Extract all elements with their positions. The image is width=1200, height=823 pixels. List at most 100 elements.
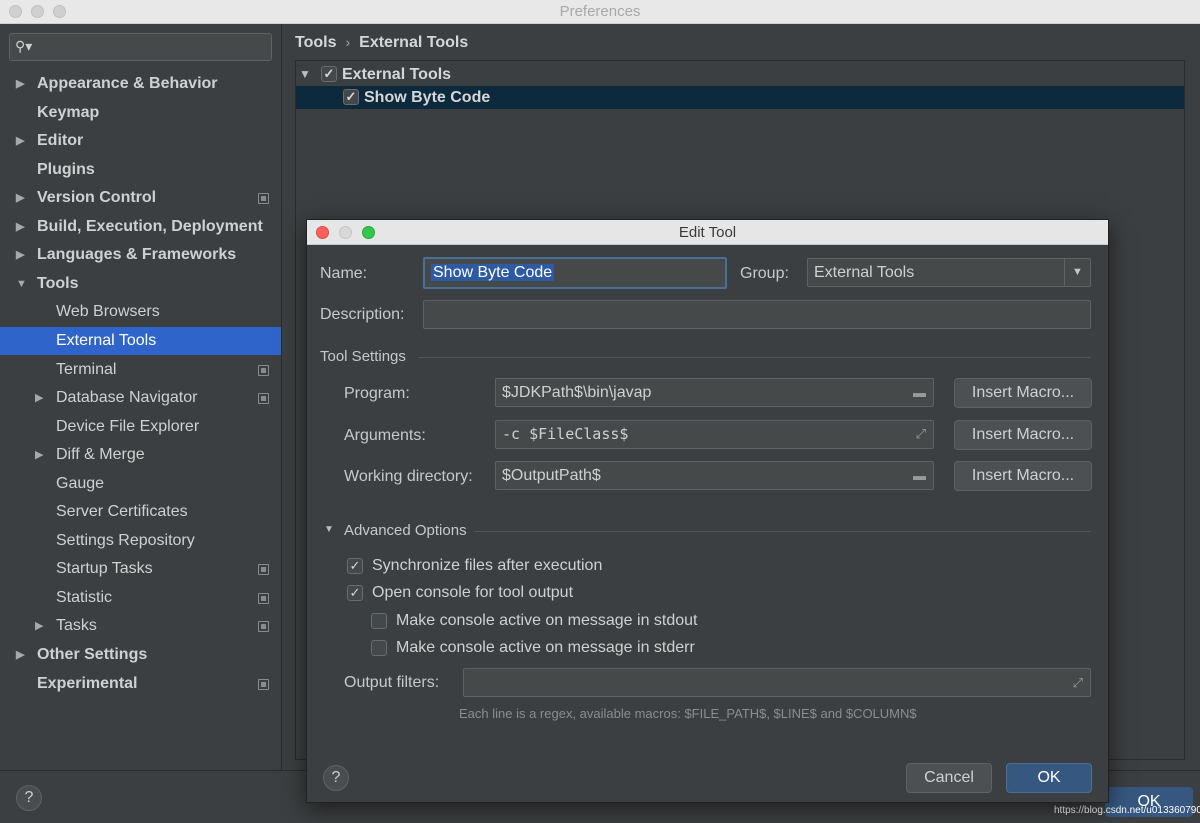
description-field[interactable] — [423, 300, 1091, 329]
arguments-field[interactable]: -c $FileClass$ ⤢ — [495, 420, 934, 449]
sidebar-item-label: Database Navigator — [56, 389, 198, 407]
sidebar-item-label: Startup Tasks — [56, 560, 153, 578]
sidebar-item-diff-merge[interactable]: ▶ Diff & Merge — [0, 441, 281, 469]
tool-settings-divider — [419, 357, 1091, 358]
working-directory-insert-macro-button[interactable]: Insert Macro... — [954, 461, 1092, 491]
window-titlebar: Preferences — [0, 0, 1200, 24]
sidebar-item-label: Statistic — [56, 588, 113, 606]
expand-icon[interactable]: ⤢ — [916, 421, 926, 448]
sidebar-item-server-certificates[interactable]: Server Certificates — [0, 498, 281, 526]
tool-item-row[interactable]: Show Byte Code — [296, 86, 1184, 109]
sidebar-item-label: Diff & Merge — [56, 446, 145, 464]
sidebar-item-other-settings[interactable]: ▶ Other Settings — [0, 641, 281, 669]
group-select[interactable]: External Tools ▼ — [807, 258, 1091, 287]
working-directory-value: $OutputPath$ — [502, 467, 601, 484]
sidebar-item-tasks[interactable]: ▶ Tasks — [0, 612, 281, 640]
settings-sidebar: ⚲▾ ▶ Appearance & Behavior Keymap ▶ Editor Pl… — [0, 24, 282, 770]
watermark: https://blog.csdn.net/u013360790 — [1054, 805, 1200, 816]
output-filters-field[interactable]: ⤢ — [463, 668, 1091, 697]
project-settings-icon — [258, 193, 269, 205]
ok-button[interactable]: OK — [1006, 763, 1092, 793]
folder-icon[interactable]: ▬ — [913, 379, 926, 406]
triangle-down-icon[interactable]: ▼ — [299, 63, 311, 86]
triangle-down-icon[interactable]: ▼ — [16, 270, 27, 298]
sidebar-item-label: Device File Explorer — [56, 417, 200, 435]
window-title: Preferences — [559, 3, 641, 20]
sidebar-item-label: Experimental — [37, 674, 138, 692]
triangle-right-icon[interactable]: ▶ — [35, 441, 43, 469]
chevron-right-icon: › — [345, 34, 351, 50]
option-label[interactable]: Synchronize files after execution — [372, 557, 602, 575]
sidebar-item-version-control[interactable]: ▶ Version Control — [0, 184, 281, 212]
sidebar-item-label: Server Certificates — [56, 503, 188, 521]
option-checkbox[interactable] — [347, 585, 363, 602]
chevron-down-icon[interactable]: ▼ — [1064, 259, 1090, 286]
sidebar-item-editor[interactable]: ▶ Editor — [0, 127, 281, 155]
advanced-options-toggle[interactable]: Advanced Options — [344, 522, 467, 539]
sidebar-item-gauge[interactable]: Gauge — [0, 470, 281, 498]
program-value: $JDKPath$\bin\javap — [502, 384, 652, 401]
program-field[interactable]: $JDKPath$\bin\javap ▬ — [495, 378, 934, 407]
sidebar-item-build-execution-deployment[interactable]: ▶ Build, Execution, Deployment — [0, 213, 281, 241]
arguments-insert-macro-button[interactable]: Insert Macro... — [954, 420, 1092, 450]
triangle-right-icon[interactable]: ▶ — [16, 127, 24, 155]
sidebar-item-keymap[interactable]: Keymap — [0, 99, 281, 127]
sidebar-item-settings-repository[interactable]: Settings Repository — [0, 527, 281, 555]
sidebar-item-terminal[interactable]: Terminal — [0, 356, 281, 384]
arguments-value: -c $FileClass$ — [502, 425, 629, 443]
description-label: Description: — [320, 306, 405, 323]
sidebar-item-external-tools[interactable]: External Tools — [0, 326, 281, 355]
breadcrumb-current: External Tools — [359, 34, 469, 51]
sidebar-item-tools[interactable]: ▼ Tools — [0, 270, 281, 298]
triangle-right-icon[interactable]: ▶ — [35, 612, 43, 640]
triangle-right-icon[interactable]: ▶ — [16, 70, 24, 98]
sidebar-item-appearance-behavior[interactable]: ▶ Appearance & Behavior — [0, 70, 281, 98]
dialog-help-button[interactable]: ? — [323, 765, 349, 791]
program-insert-macro-button[interactable]: Insert Macro... — [954, 378, 1092, 408]
sidebar-item-label: Build, Execution, Deployment — [37, 217, 263, 235]
working-directory-label: Working directory: — [344, 468, 473, 485]
name-field[interactable]: Show Byte Code — [423, 257, 727, 289]
triangle-right-icon[interactable]: ▶ — [16, 184, 24, 212]
sidebar-item-label: Plugins — [37, 160, 95, 178]
sidebar-item-startup-tasks[interactable]: Startup Tasks — [0, 555, 281, 583]
sidebar-item-experimental[interactable]: Experimental — [0, 670, 281, 698]
project-settings-icon — [258, 678, 269, 690]
tool-item-checkbox[interactable] — [343, 89, 359, 105]
option-checkbox[interactable] — [347, 558, 363, 574]
settings-search-input[interactable]: ⚲▾ — [9, 33, 272, 61]
sidebar-item-statistic[interactable]: Statistic — [0, 584, 281, 612]
option-checkbox[interactable] — [371, 639, 387, 656]
output-filters-hint: Each line is a regex, available macros: … — [459, 706, 917, 721]
sidebar-item-web-browsers[interactable]: Web Browsers — [0, 298, 281, 326]
program-label: Program: — [344, 385, 410, 402]
option-checkbox[interactable] — [371, 612, 387, 629]
cancel-button[interactable]: Cancel — [906, 763, 992, 793]
folder-icon[interactable]: ▬ — [913, 462, 926, 489]
tool-group-checkbox[interactable] — [321, 66, 337, 82]
project-settings-icon — [258, 393, 269, 405]
breadcrumb-root[interactable]: Tools — [295, 34, 336, 51]
group-value: External Tools — [814, 264, 915, 281]
name-value: Show Byte Code — [431, 264, 555, 281]
triangle-right-icon[interactable]: ▶ — [16, 641, 24, 669]
project-settings-icon — [258, 564, 269, 576]
sidebar-item-label: Tools — [37, 274, 79, 292]
option-label[interactable]: Open console for tool output — [372, 584, 573, 602]
help-button[interactable]: ? — [16, 785, 42, 811]
expand-icon[interactable]: ⤢ — [1073, 669, 1083, 696]
sidebar-item-plugins[interactable]: Plugins — [0, 156, 281, 184]
triangle-right-icon[interactable]: ▶ — [16, 213, 24, 241]
tool-group-row[interactable]: ▼ External Tools — [296, 63, 1184, 86]
option-label[interactable]: Make console active on message in stdout — [396, 612, 698, 630]
triangle-right-icon[interactable]: ▶ — [35, 384, 43, 412]
project-settings-icon — [258, 592, 269, 604]
option-label[interactable]: Make console active on message in stderr — [396, 639, 695, 657]
sidebar-item-languages-frameworks[interactable]: ▶ Languages & Frameworks — [0, 241, 281, 269]
working-directory-field[interactable]: $OutputPath$ ▬ — [495, 461, 934, 490]
sidebar-item-label: Editor — [37, 132, 84, 150]
sidebar-item-database-navigator[interactable]: ▶ Database Navigator — [0, 384, 281, 412]
sidebar-item-device-file-explorer[interactable]: Device File Explorer — [0, 413, 281, 441]
triangle-down-icon[interactable]: ▼ — [324, 524, 334, 535]
triangle-right-icon[interactable]: ▶ — [16, 241, 24, 269]
